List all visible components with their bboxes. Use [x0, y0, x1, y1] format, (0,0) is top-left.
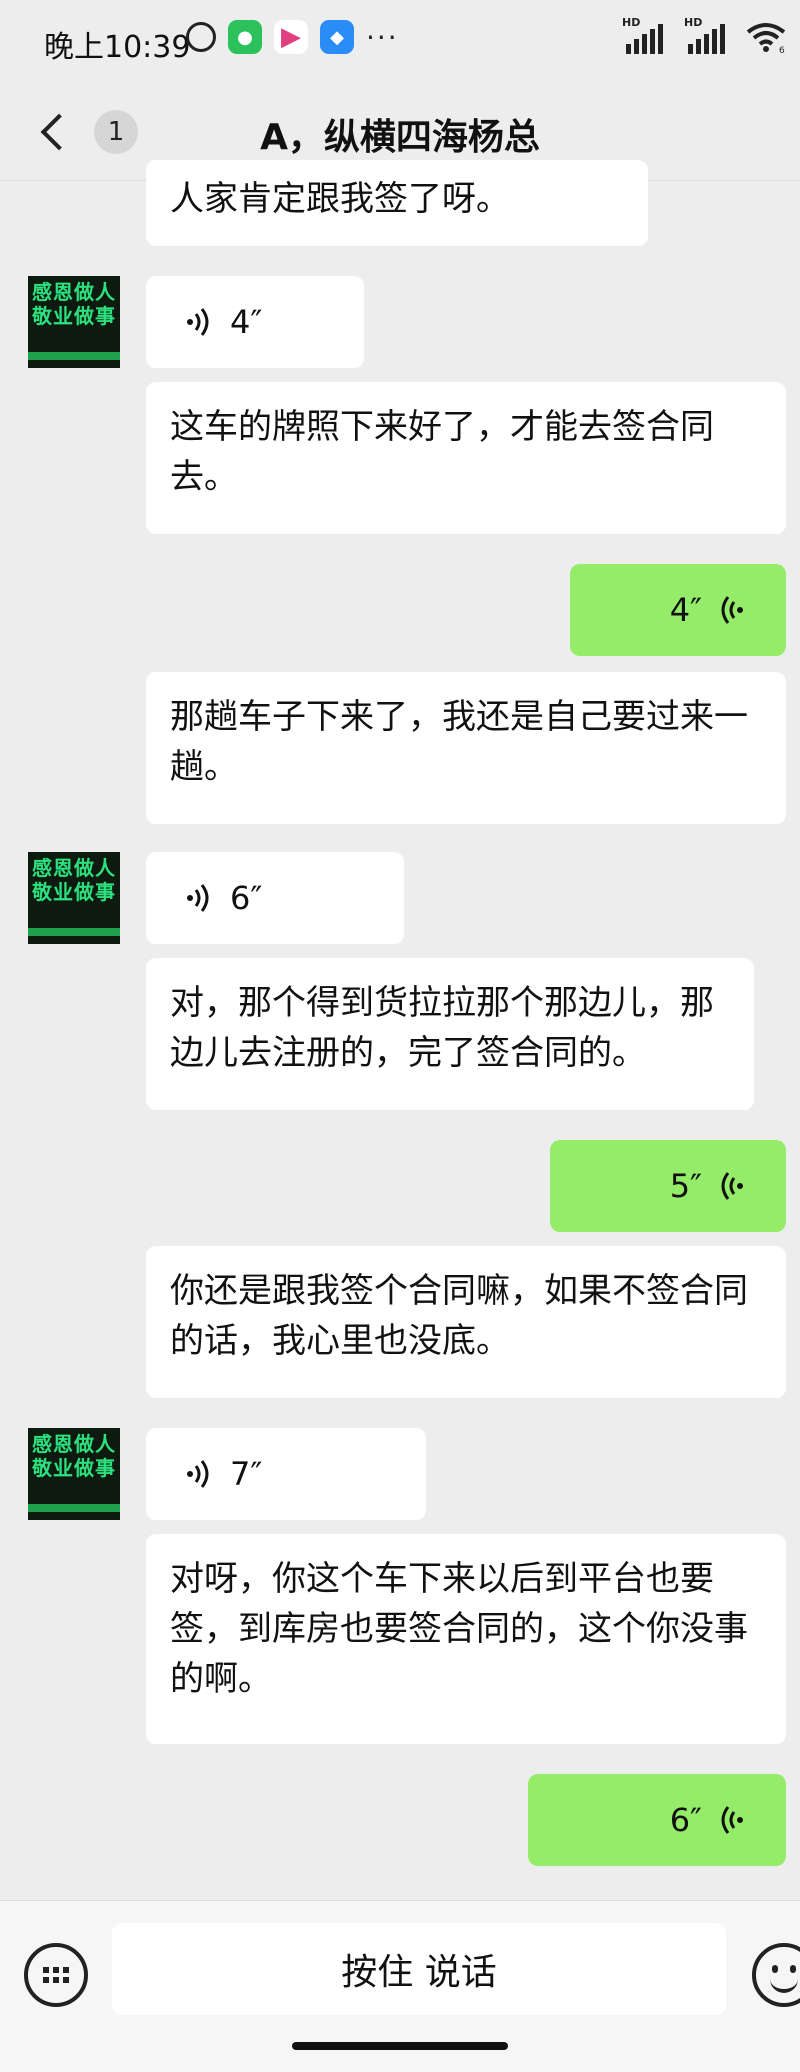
wechat-icon: ● — [228, 20, 262, 54]
voice-duration: 7″ — [230, 1455, 263, 1493]
voice-wave-icon — [187, 1460, 209, 1488]
voice-duration: 4″ — [230, 303, 263, 341]
text-message-bubble[interactable]: 人家肯定跟我签了呀。 — [146, 160, 648, 246]
voice-message-bubble-self[interactable]: 4″ — [570, 564, 786, 656]
hold-to-talk-button[interactable]: 按住 说话 — [112, 1923, 726, 2015]
wifi-level: 6 — [779, 46, 785, 54]
emoji-button[interactable] — [752, 1943, 800, 2007]
wifi-icon: 6 — [746, 23, 786, 54]
avatar-text: 感恩做人 — [32, 1432, 116, 1456]
text-message-bubble[interactable]: 对，那个得到货拉拉那个那边儿，那边儿去注册的，完了签合同的。 — [146, 958, 754, 1110]
avatar-text: 敬业做事 — [32, 304, 116, 328]
avatar[interactable]: 感恩做人 敬业做事 — [28, 276, 120, 368]
status-time: 晚上10:39 — [44, 30, 191, 65]
voice-duration: 5″ — [669, 1167, 702, 1205]
voice-duration: 6″ — [230, 879, 263, 917]
avatar-text: 敬业做事 — [32, 1456, 116, 1480]
voice-message-bubble[interactable]: 7″ — [146, 1428, 426, 1520]
avatar-text: 感恩做人 — [32, 280, 116, 304]
text-message-bubble[interactable]: 对呀，你这个车下来以后到平台也要签，到库房也要签合同的，这个你没事的啊。 — [146, 1534, 786, 1744]
status-app-icons: ● ▶ ◆ ··· — [186, 20, 399, 54]
voice-wave-icon — [721, 596, 743, 624]
avatar[interactable]: 感恩做人 敬业做事 — [28, 1428, 120, 1520]
keyboard-toggle-button[interactable] — [24, 1943, 88, 2007]
notes-app-icon: ◆ — [320, 20, 354, 54]
message-text: 那趟车子下来了，我还是自己要过来一趟。 — [170, 697, 748, 787]
avatar-text: 感恩做人 — [32, 856, 116, 880]
avatar[interactable]: 感恩做人 敬业做事 — [28, 852, 120, 944]
home-indicator[interactable] — [292, 2042, 508, 2050]
message-text: 人家肯定跟我签了呀。 — [170, 179, 510, 219]
message-text: 对，那个得到货拉拉那个那边儿，那边儿去注册的，完了签合同的。 — [170, 983, 714, 1073]
video-app-icon: ▶ — [274, 20, 308, 54]
voice-message-bubble[interactable]: 6″ — [146, 852, 404, 944]
message-text: 这车的牌照下来好了，才能去签合同去。 — [170, 407, 714, 497]
smiley-icon — [770, 1975, 798, 1993]
voice-wave-icon — [721, 1806, 743, 1834]
chat-title: A，纵横四海杨总 — [260, 117, 540, 158]
message-text: 你还是跟我签个合同嘛，如果不签合同的话，我心里也没底。 — [170, 1271, 748, 1361]
voice-wave-icon — [187, 884, 209, 912]
signal-icon: HD — [684, 16, 732, 54]
voice-duration: 6″ — [669, 1801, 702, 1839]
message-text: 对呀，你这个车下来以后到平台也要签，到库房也要签合同的，这个你没事的啊。 — [170, 1559, 748, 1699]
status-system-icons: HD HD 6 — [622, 16, 786, 54]
text-message-bubble[interactable]: 那趟车子下来了，我还是自己要过来一趟。 — [146, 672, 786, 824]
voice-wave-icon — [187, 308, 209, 336]
avatar-text: 敬业做事 — [32, 880, 116, 904]
text-message-bubble[interactable]: 这车的牌照下来好了，才能去签合同去。 — [146, 382, 786, 534]
voice-duration: 4″ — [669, 591, 702, 629]
voice-message-bubble-self[interactable]: 6″ — [528, 1774, 786, 1866]
text-message-bubble[interactable]: 你还是跟我签个合同嘛，如果不签合同的话，我心里也没底。 — [146, 1246, 786, 1398]
voice-wave-icon — [721, 1172, 743, 1200]
status-bar: 晚上10:39 ● ▶ ◆ ··· HD HD 6 — [0, 0, 800, 84]
alarm-icon — [186, 22, 216, 52]
voice-message-bubble-self[interactable]: 5″ — [550, 1140, 786, 1232]
more-dots-icon: ··· — [366, 20, 399, 54]
signal-icon: HD — [622, 16, 670, 54]
keyboard-icon — [43, 1967, 69, 1983]
voice-message-bubble[interactable]: 4″ — [146, 276, 364, 368]
